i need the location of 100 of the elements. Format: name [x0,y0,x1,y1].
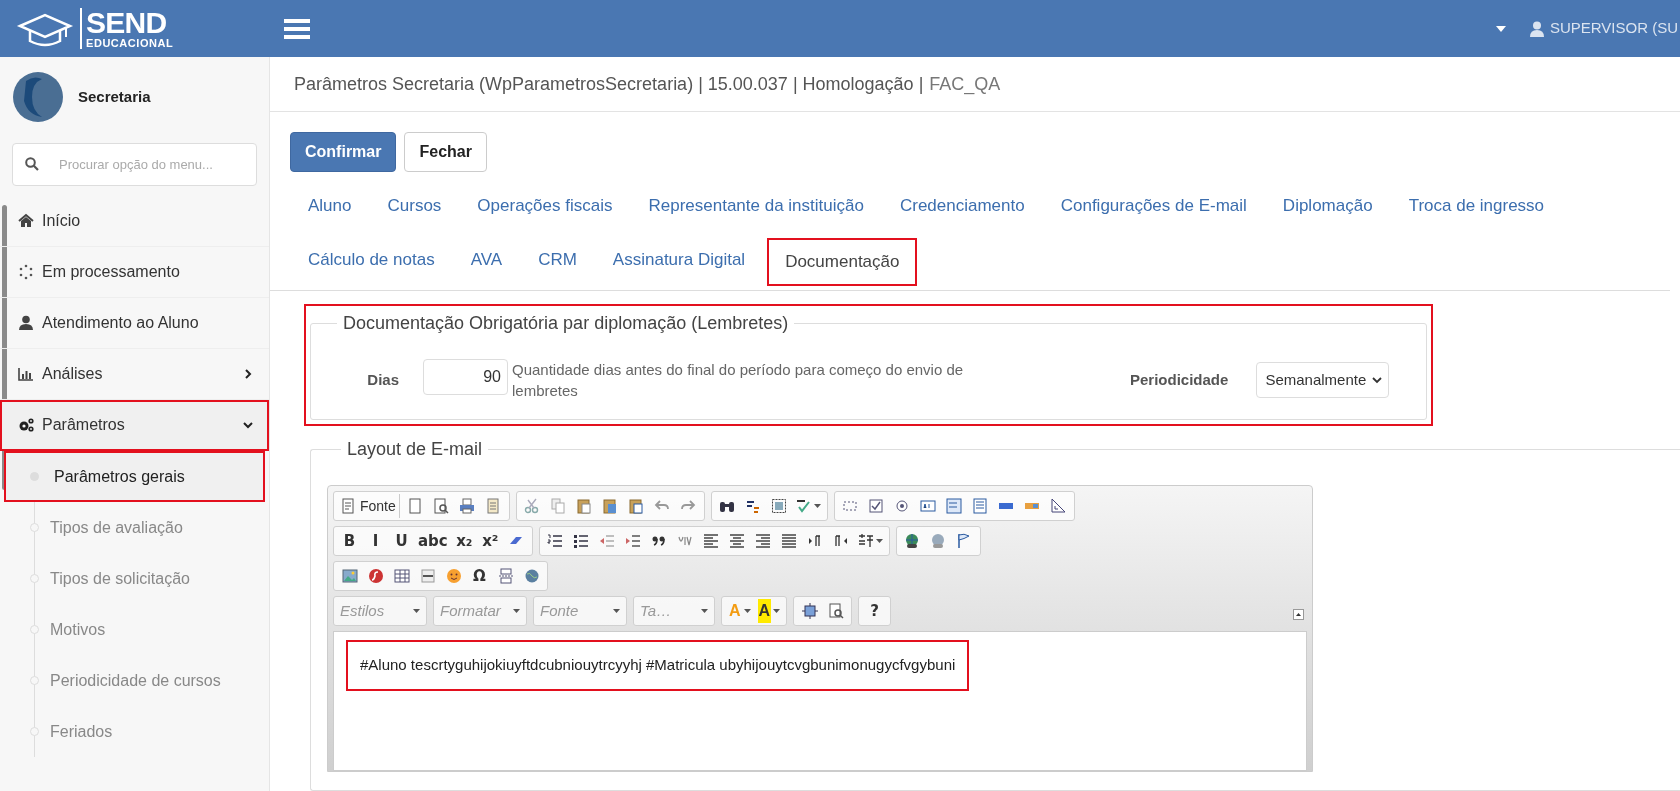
page-break-icon [497,568,514,584]
module-name: Secretaria [78,86,151,107]
user-menu[interactable]: SUPERVISOR (SU [1529,17,1680,40]
section-legend: Documentação Obrigatória par diplomação (Lembretes) [337,310,795,337]
home-icon [18,213,34,229]
printer-icon [459,498,476,514]
justify-icon [781,533,798,549]
spellcheck-icon [795,498,812,514]
tab[interactable]: Credenciamento [881,182,1043,230]
logo-text: SEND [86,8,168,38]
template-icon [485,498,502,514]
toolbar-button[interactable]: x₂ [451,529,477,553]
image-icon [341,568,358,584]
dashed-frame-icon [842,498,859,514]
align-center-icon [729,533,746,549]
submenu-item[interactable]: Motivos [0,604,269,655]
submenu-item[interactable]: Feriados [0,706,269,757]
outdent-icon [599,533,616,549]
confirm-button[interactable]: Confirmar [290,132,397,172]
sidebar-item[interactable]: Parâmetros [0,400,269,451]
submenu-item[interactable]: Tipos de avaliação [0,502,269,553]
collapse-toolbar-button[interactable] [1293,609,1304,620]
toolbar-button[interactable]: U [389,529,414,553]
toolbar-button[interactable]: x² [477,529,503,553]
tab[interactable]: Troca de ingresso [1390,182,1563,230]
indent-icon [625,533,642,549]
checkbox-icon [868,498,885,514]
caret-icon [813,504,821,508]
submenu-item[interactable]: Periodicidade de cursos [0,655,269,706]
globe-link-icon [904,533,921,549]
editor-text[interactable]: #Aluno tescrtyguhijokiuyftdcubniouytrcyyhj #Matricula ubyhijouytcvgbunimonugycfvgybuni [348,642,968,689]
tab[interactable]: Cursos [369,182,460,230]
toolbar-button[interactable]: I [363,529,388,553]
periodicity-select[interactable]: Semanalmente [1256,362,1390,398]
gears-icon [18,417,34,433]
tab[interactable]: Cálculo de notas [290,236,453,284]
spinner-icon [18,264,34,280]
blank-page-icon [407,498,424,514]
caret-icon [613,609,620,613]
caret-icon [875,539,883,543]
globe-icon [523,568,540,584]
submenu-item[interactable]: Tipos de solicitação [0,553,269,604]
user-icon [18,315,34,331]
replace-icon [745,498,762,514]
field-label: Periodicidade [1130,369,1229,390]
caret-icon [513,609,520,613]
module-logo-icon [12,71,64,123]
caret-icon [743,609,751,613]
section-legend: Layout de E-mail [341,437,489,463]
select-all-icon [771,498,788,514]
tab[interactable]: AVA [452,236,521,284]
submenu-item[interactable]: Parâmetros gerais [4,451,265,502]
scissors-icon [524,498,541,514]
right-to-left-icon [833,533,850,549]
toolbar-button[interactable]: abc [415,529,451,553]
sidebar-item[interactable]: Atendimento ao Aluno [0,298,269,349]
numbered-list-icon [547,533,564,549]
page-icon [340,498,356,514]
tab[interactable]: CRM [520,236,595,284]
radio-icon [894,498,911,514]
caret-icon [1495,25,1506,32]
environment-name: FAC_QA [929,72,1001,97]
caret-icon [1296,613,1301,616]
toolbar-button[interactable]: B [337,529,362,553]
sidebar-item[interactable]: Início [0,196,269,247]
bulleted-list-icon [573,533,590,549]
tab[interactable]: Representante da instituição [630,182,882,230]
tab[interactable]: Operações fiscais [459,182,631,230]
days-input[interactable]: 90 [423,359,508,395]
tab[interactable]: Diplomação [1264,182,1391,230]
clipboard-icon [576,498,593,514]
list-box-icon [972,498,989,514]
globe-unlink-icon [930,533,947,549]
close-button[interactable]: Fechar [404,132,487,172]
text-field-icon [920,498,937,514]
sidebar-item[interactable]: Em processamento [0,247,269,298]
chevron-down-icon [243,420,253,430]
search-field[interactable]: Procurar opção do menu... [12,143,257,186]
smiley-icon [445,568,462,584]
chevron-right-icon [243,369,253,379]
chevron-down-icon [1372,376,1383,384]
text-area-icon [946,498,963,514]
source-button[interactable]: Fonte [337,494,400,518]
clipboard-icon [602,498,619,514]
preview-icon [433,498,450,514]
toolbar-button[interactable]: ? [862,599,888,623]
toolbar-button[interactable]: Ω [467,564,492,588]
tab[interactable]: Aluno [290,182,370,230]
table-icon [393,568,410,584]
bar-chart-icon [18,366,34,382]
show-blocks-icon [827,603,844,619]
align-right-icon [755,533,772,549]
page-title: Parâmetros Secretaria (WpParametrosSecretaria) | 15.00.037 | Homologação | [294,72,924,96]
field-label: Dias [366,369,399,390]
caret-icon [701,609,708,613]
tab[interactable]: Documentação [767,238,918,286]
tab[interactable]: Configurações de E-mail [1042,182,1265,230]
maximize-icon [801,603,818,619]
copy-icon [550,498,567,514]
tab[interactable]: Assinatura Digital [594,236,764,284]
